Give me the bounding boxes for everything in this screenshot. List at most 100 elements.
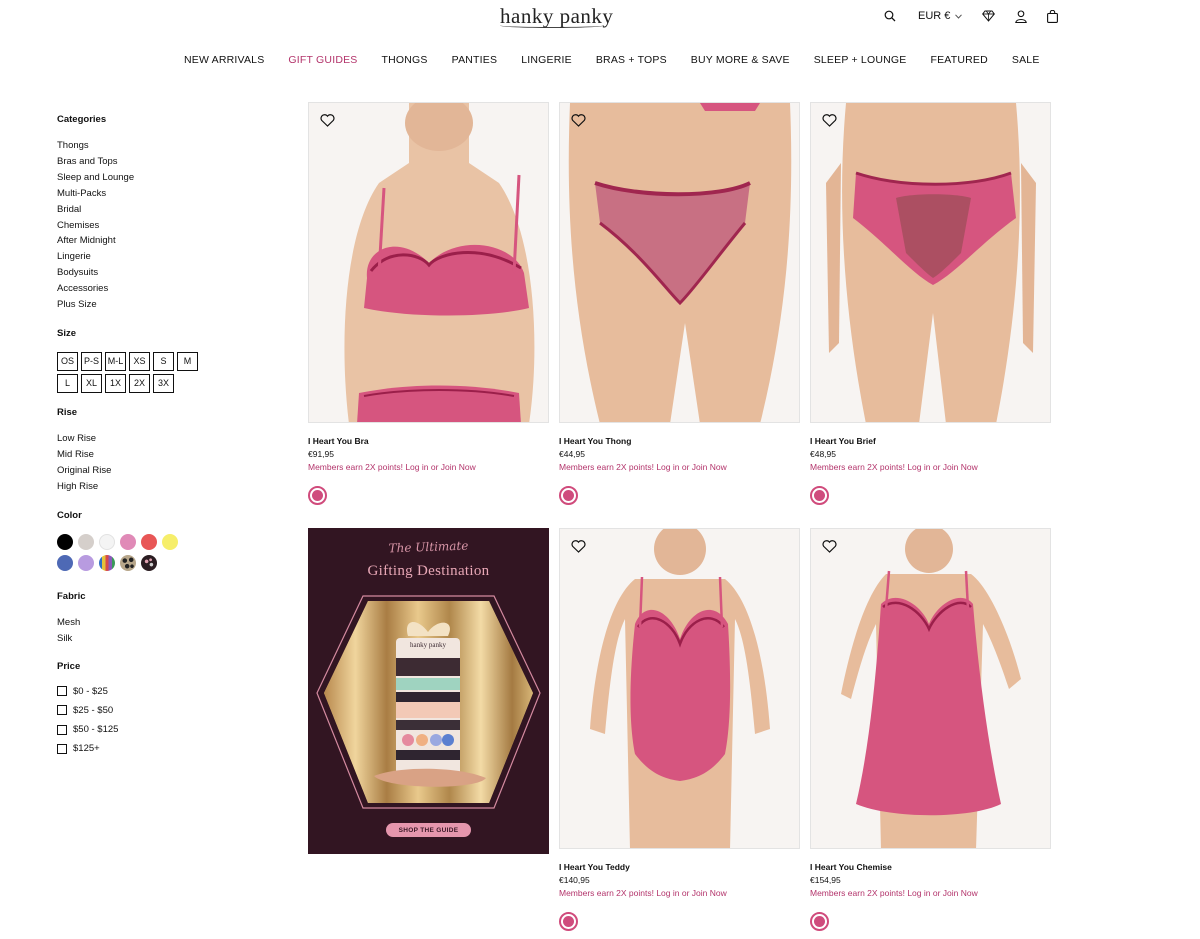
product-card[interactable]: I Heart You Chemise €154,95 Members earn… (810, 528, 1051, 931)
product-image[interactable] (559, 528, 800, 849)
product-name[interactable]: I Heart You Chemise (810, 862, 1051, 872)
member-points-promo[interactable]: Members earn 2X points! Log in or Join N… (810, 888, 1051, 898)
member-points-promo[interactable]: Members earn 2X points! Log in or Join N… (559, 462, 800, 472)
nav-lingerie[interactable]: LINGERIE (509, 54, 584, 66)
heart-icon[interactable] (320, 114, 335, 132)
search-icon[interactable] (884, 10, 896, 22)
fabric-mesh[interactable]: Mesh (57, 615, 257, 631)
rise-mid[interactable]: Mid Rise (57, 447, 257, 463)
logo-text: hanky panky (500, 4, 614, 28)
category-lingerie[interactable]: Lingerie (57, 249, 257, 265)
shop-the-guide-button[interactable]: SHOP THE GUIDE (386, 823, 471, 837)
category-bodysuits[interactable]: Bodysuits (57, 265, 257, 281)
diamond-icon[interactable] (982, 10, 996, 22)
product-name[interactable]: I Heart You Teddy (559, 862, 800, 872)
category-after-midnight[interactable]: After Midnight (57, 233, 257, 249)
category-chemises[interactable]: Chemises (57, 218, 257, 234)
categories-heading: Categories (57, 114, 107, 125)
color-swatch-multi[interactable] (99, 554, 115, 571)
nav-sale[interactable]: SALE (1000, 54, 1052, 66)
size-p-s[interactable]: P-S (81, 351, 102, 371)
nav-gift-guides[interactable]: GIFT GUIDES (276, 54, 369, 66)
category-bridal[interactable]: Bridal (57, 202, 257, 218)
color-heading: Color (57, 509, 82, 521)
nav-new-arrivals[interactable]: NEW ARRIVALS (172, 54, 276, 66)
user-icon[interactable] (1015, 9, 1028, 23)
color-swatch-white[interactable] (99, 533, 115, 550)
category-sleep-and-lounge[interactable]: Sleep and Lounge (57, 170, 257, 186)
size-m-l[interactable]: M-L (105, 351, 126, 371)
product-card[interactable]: I Heart You Brief €48,95 Members earn 2X… (810, 102, 1051, 505)
price-filter-0-25[interactable]: $0 - $25 (57, 681, 257, 700)
nav-panties[interactable]: PANTIES (440, 54, 510, 66)
category-multi-packs[interactable]: Multi-Packs (57, 186, 257, 202)
price-filter-125-plus[interactable]: $125+ (57, 739, 257, 758)
price-checkbox[interactable] (57, 686, 67, 697)
size-2x[interactable]: 2X (129, 373, 150, 393)
color-swatch-selected[interactable] (559, 912, 578, 931)
color-swatch-leopard[interactable] (120, 554, 136, 571)
price-checkbox[interactable] (57, 705, 67, 716)
color-swatch-selected[interactable] (810, 486, 829, 505)
heart-icon[interactable] (822, 540, 837, 558)
size-options: OS P-S M-L XS S M L XL 1X 2X 3X (57, 351, 202, 393)
product-card[interactable]: I Heart You Teddy €140,95 Members earn 2… (559, 528, 800, 931)
size-xs[interactable]: XS (129, 351, 150, 371)
gift-guide-promo-tile[interactable]: The Ultimate Gifting Destination hanky p… (308, 528, 549, 854)
filter-sidebar: Categories Thongs Bras and Tops Sleep an… (57, 114, 257, 759)
product-image[interactable] (308, 102, 549, 423)
category-accessories[interactable]: Accessories (57, 281, 257, 297)
rise-low[interactable]: Low Rise (57, 431, 257, 447)
color-swatch-pink[interactable] (120, 533, 136, 550)
product-image[interactable] (810, 528, 1051, 849)
category-bras-and-tops[interactable]: Bras and Tops (57, 154, 257, 170)
product-image[interactable] (810, 102, 1051, 423)
size-3x[interactable]: 3X (153, 373, 174, 393)
currency-selector[interactable]: EUR € (918, 10, 963, 22)
product-name[interactable]: I Heart You Brief (810, 436, 1051, 446)
member-points-promo[interactable]: Members earn 2X points! Log in or Join N… (308, 462, 549, 472)
product-name[interactable]: I Heart You Bra (308, 436, 549, 446)
nav-buy-more-save[interactable]: BUY MORE & SAVE (679, 54, 802, 66)
nav-featured[interactable]: FEATURED (918, 54, 999, 66)
size-l[interactable]: L (57, 373, 78, 393)
color-swatch-selected[interactable] (810, 912, 829, 931)
heart-icon[interactable] (822, 114, 837, 132)
size-s[interactable]: S (153, 351, 174, 371)
size-m[interactable]: M (177, 351, 198, 371)
color-swatch-black[interactable] (57, 533, 73, 550)
fabric-silk[interactable]: Silk (57, 631, 257, 647)
category-thongs[interactable]: Thongs (57, 138, 257, 154)
nav-sleep-lounge[interactable]: SLEEP + LOUNGE (802, 54, 919, 66)
color-swatch-beige[interactable] (78, 533, 94, 550)
color-swatch-red[interactable] (141, 533, 157, 550)
color-swatch-selected[interactable] (559, 486, 578, 505)
color-swatch-blue[interactable] (57, 554, 73, 571)
product-image[interactable] (559, 102, 800, 423)
rise-high[interactable]: High Rise (57, 479, 257, 495)
price-filter-25-50[interactable]: $25 - $50 (57, 701, 257, 720)
product-card[interactable]: I Heart You Thong €44,95 Members earn 2X… (559, 102, 800, 505)
price-checkbox[interactable] (57, 724, 67, 735)
size-os[interactable]: OS (57, 351, 78, 371)
color-swatch-selected[interactable] (308, 486, 327, 505)
size-1x[interactable]: 1X (105, 373, 126, 393)
product-name[interactable]: I Heart You Thong (559, 436, 800, 446)
nav-bras-tops[interactable]: BRAS + TOPS (584, 54, 679, 66)
price-checkbox[interactable] (57, 743, 67, 754)
heart-icon[interactable] (571, 114, 586, 132)
price-filter-50-125[interactable]: $50 - $125 (57, 720, 257, 739)
color-swatch-purple[interactable] (78, 554, 94, 571)
member-points-promo[interactable]: Members earn 2X points! Log in or Join N… (810, 462, 1051, 472)
color-swatch-print[interactable] (141, 554, 157, 571)
nav-thongs[interactable]: THONGS (370, 54, 440, 66)
brand-logo[interactable]: hanky panky (500, 4, 613, 28)
size-xl[interactable]: XL (81, 373, 102, 393)
rise-original[interactable]: Original Rise (57, 463, 257, 479)
color-swatch-yellow[interactable] (162, 533, 178, 550)
member-points-promo[interactable]: Members earn 2X points! Log in or Join N… (559, 888, 800, 898)
shopping-bag-icon[interactable] (1047, 9, 1059, 23)
product-card[interactable]: I Heart You Bra €91,95 Members earn 2X p… (308, 102, 549, 505)
heart-icon[interactable] (571, 540, 586, 558)
category-plus-size[interactable]: Plus Size (57, 297, 257, 313)
